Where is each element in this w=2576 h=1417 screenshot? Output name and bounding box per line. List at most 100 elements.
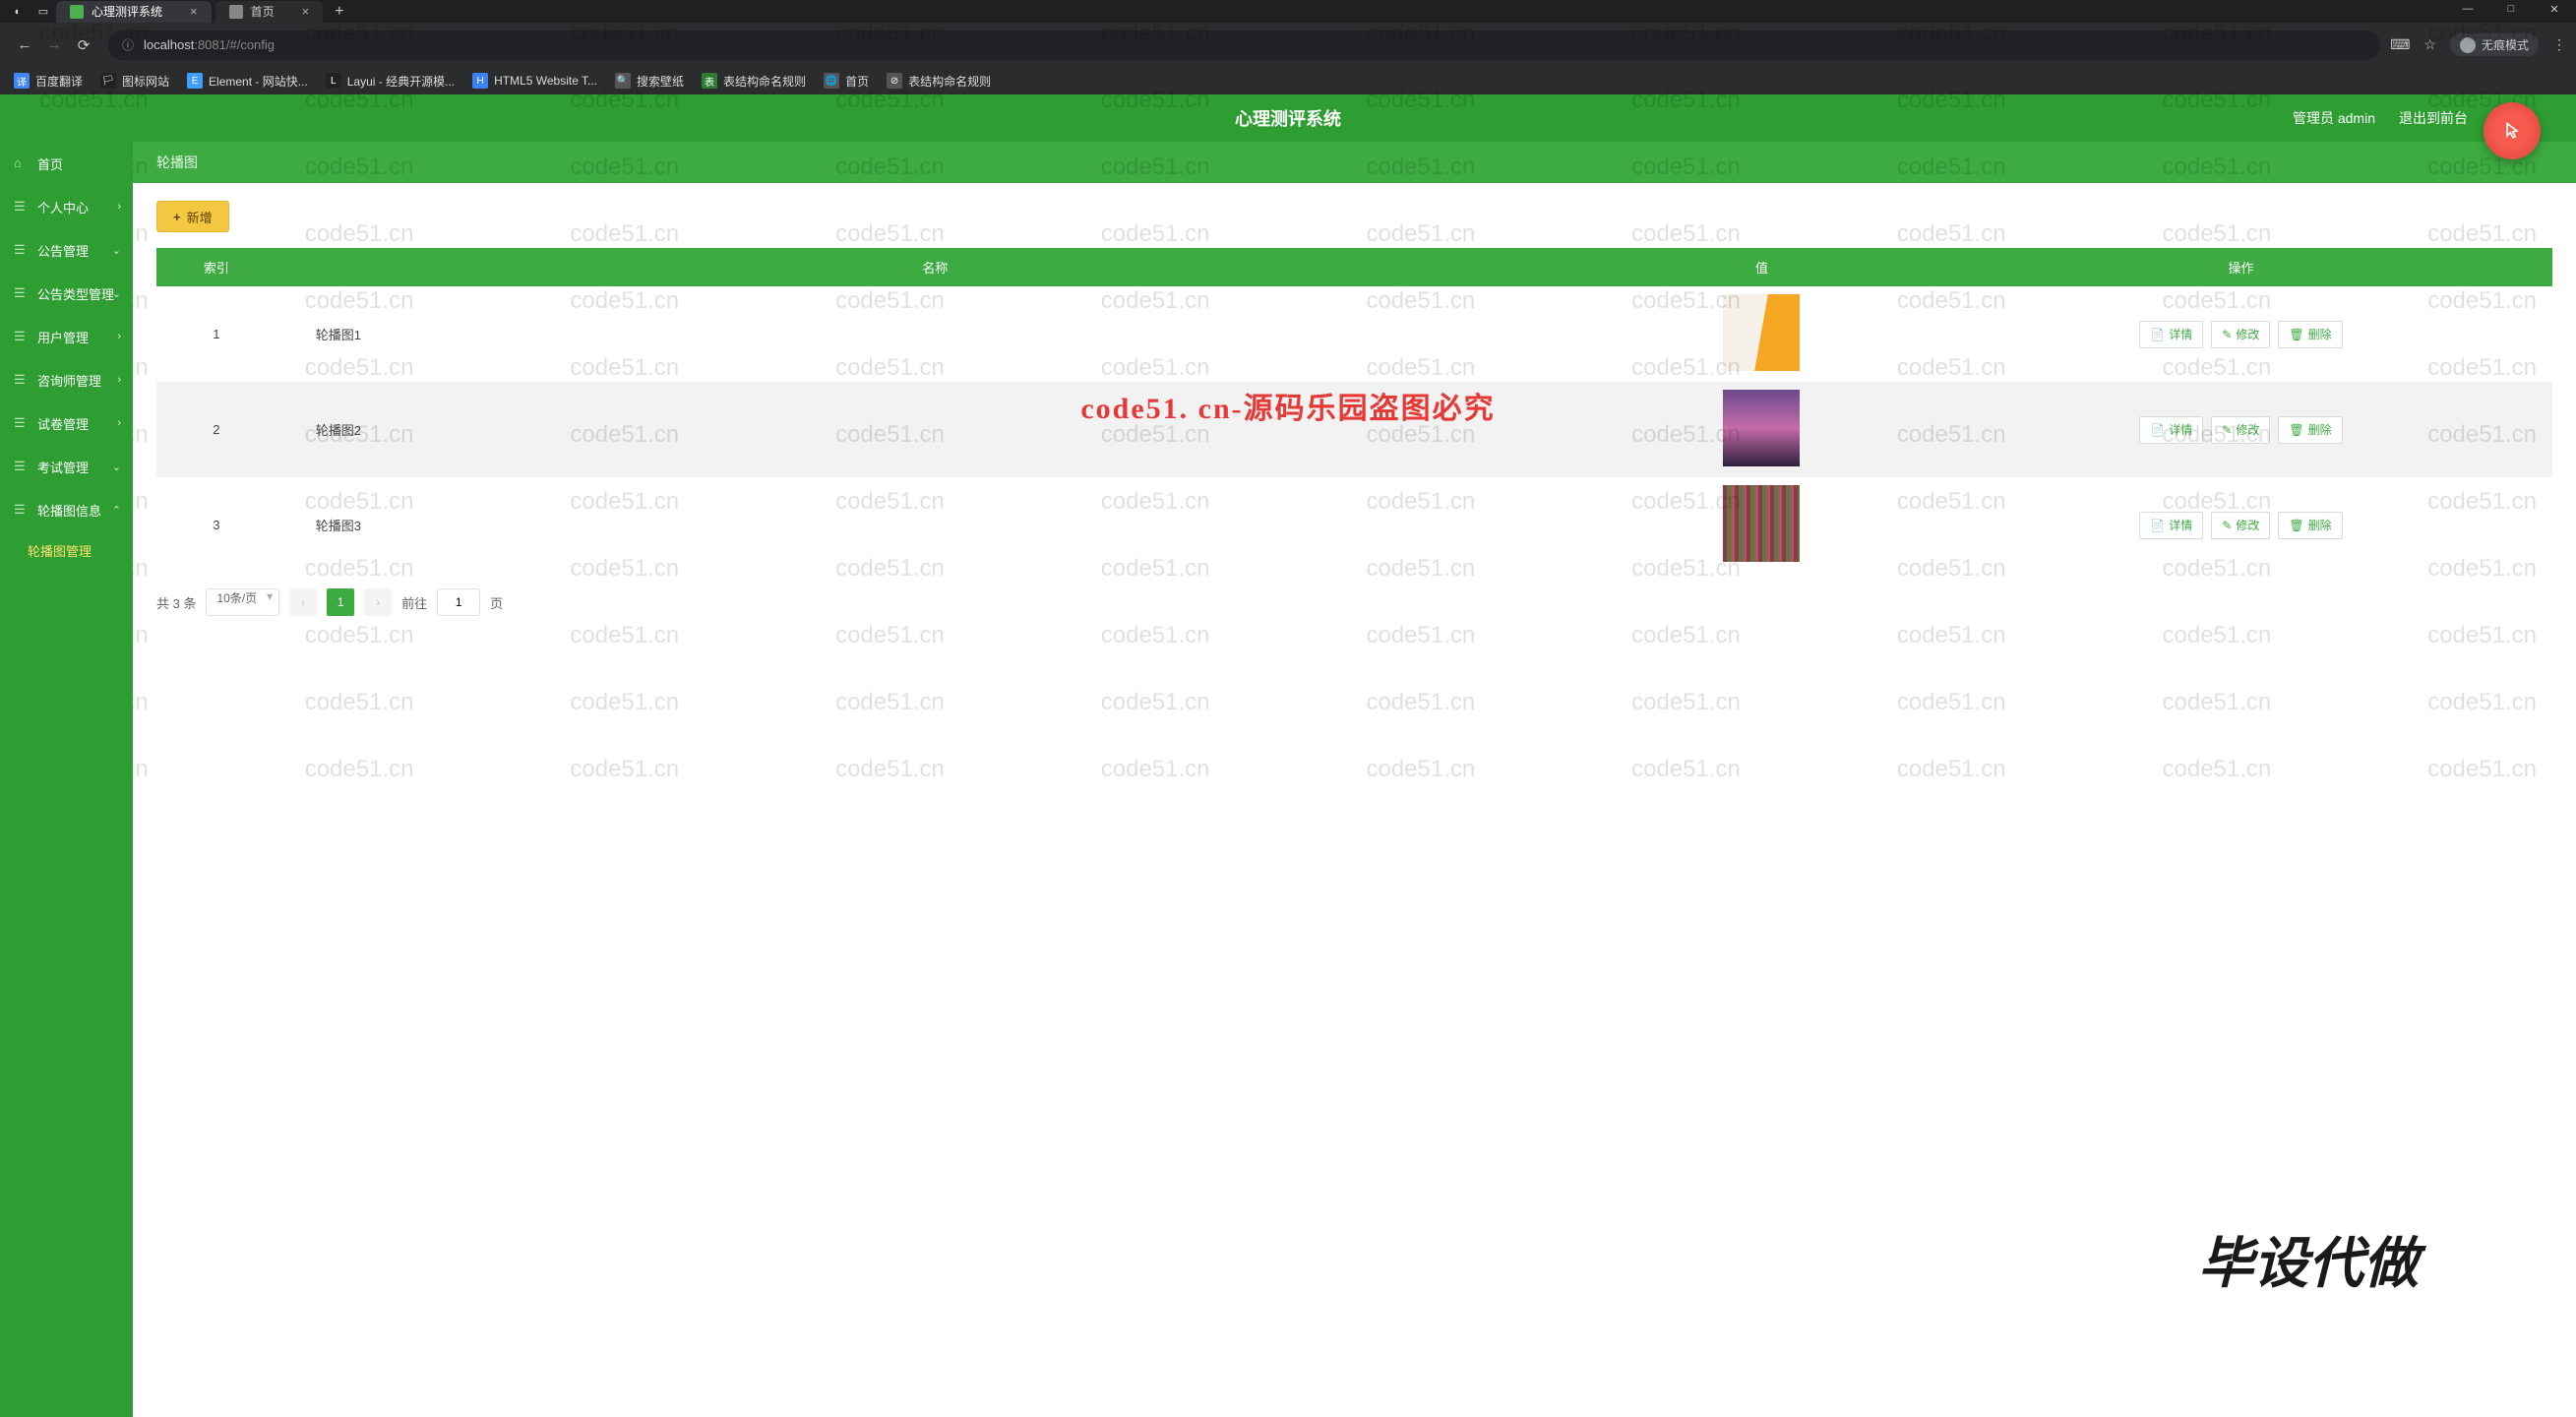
doc-icon: 📄 xyxy=(2150,519,2165,532)
main-content: 轮播图 + 新增 索引 名称 值 操作 xyxy=(133,142,2576,1417)
bookmark-item[interactable]: LLayui - 经典开源模... xyxy=(326,73,455,90)
incognito-label: 无痕模式 xyxy=(2482,36,2529,53)
cell-index: 3 xyxy=(156,477,276,573)
app-header: 心理测评系统 管理员 admin 退出到前台 xyxy=(0,94,2576,142)
new-tab-button[interactable]: + xyxy=(335,3,343,21)
cell-actions: 📄详情 ✎修改 🗑删除 xyxy=(1930,477,2552,573)
page-size-select[interactable]: 10条/页 xyxy=(206,588,279,616)
url-input[interactable]: ⓘ localhost:8081/#/config xyxy=(108,31,2380,60)
sidebar-item-notice[interactable]: ☰公告管理⌄ xyxy=(0,228,133,272)
back-button[interactable]: ← xyxy=(10,31,39,60)
pagi-total: 共 3 条 xyxy=(156,593,196,612)
page-number-current[interactable]: 1 xyxy=(327,588,354,616)
next-page-button[interactable]: › xyxy=(364,588,392,616)
breadcrumb: 轮播图 xyxy=(156,153,198,172)
tab-label: 首页 xyxy=(251,3,275,20)
tab-favicon xyxy=(229,5,243,19)
breadcrumb-bar: 轮播图 xyxy=(133,142,2576,183)
forward-button[interactable]: → xyxy=(39,31,69,60)
edit-icon: ✎ xyxy=(2222,328,2232,341)
bookmark-item[interactable]: 🌐首页 xyxy=(824,73,869,90)
trash-icon: 🗑 xyxy=(2289,423,2303,437)
site-info-icon: ⓘ xyxy=(122,36,134,53)
users-icon: ☰ xyxy=(14,329,30,344)
goto-page-input[interactable] xyxy=(437,588,480,616)
sidebar-item-exam[interactable]: ☰考试管理⌄ xyxy=(0,445,133,488)
cell-index: 1 xyxy=(156,286,276,382)
window-max[interactable]: □ xyxy=(2489,0,2533,18)
bookmark-icon: 🔍 xyxy=(615,73,631,89)
browser-chrome: — □ ✕ ◐ ▭ 心理测评系统 × 首页 × + ← → ⟳ ⓘ localh… xyxy=(0,0,2576,67)
sidebar-item-users[interactable]: ☰用户管理› xyxy=(0,315,133,358)
detail-button[interactable]: 📄详情 xyxy=(2139,321,2203,348)
add-button[interactable]: + 新增 xyxy=(156,201,229,232)
delete-button[interactable]: 🗑删除 xyxy=(2278,512,2342,539)
bookmark-item[interactable]: EElement - 网站快... xyxy=(187,73,308,90)
admin-label[interactable]: 管理员 admin xyxy=(2293,108,2375,128)
detail-button[interactable]: 📄详情 xyxy=(2139,416,2203,444)
edit-button[interactable]: ✎修改 xyxy=(2211,416,2270,444)
delete-button[interactable]: 🗑删除 xyxy=(2278,416,2342,444)
bookmark-icon: L xyxy=(326,73,341,89)
avatar-button[interactable] xyxy=(2484,102,2541,159)
window-close[interactable]: ✕ xyxy=(2533,0,2576,18)
bookmark-icon: 表 xyxy=(702,73,717,89)
sidebar: ⌂首页 ☰个人中心› ☰公告管理⌄ ☰公告类型管理⌄ ☰用户管理› ☰咨询师管理… xyxy=(0,142,133,1417)
cell-index: 2 xyxy=(156,382,276,477)
table-header-row: 索引 名称 值 操作 xyxy=(156,248,2552,286)
tab-close-icon[interactable]: × xyxy=(302,4,310,19)
chevron-down-icon: ⌄ xyxy=(112,287,121,300)
translate-icon[interactable]: ⌨ xyxy=(2390,36,2410,53)
detail-button[interactable]: 📄详情 xyxy=(2139,512,2203,539)
star-icon[interactable]: ☆ xyxy=(2423,36,2436,53)
bookmark-item[interactable]: ⊘表结构命名规则 xyxy=(887,73,991,90)
logout-link[interactable]: 退出到前台 xyxy=(2399,108,2468,128)
address-bar: ← → ⟳ ⓘ localhost:8081/#/config ⌨ ☆ 无痕模式… xyxy=(0,23,2576,67)
type-icon: ☰ xyxy=(14,285,30,301)
sidebar-item-carousel[interactable]: ☰轮播图信息⌃ xyxy=(0,488,133,531)
app-body: ⌂首页 ☰个人中心› ☰公告管理⌄ ☰公告类型管理⌄ ☰用户管理› ☰咨询师管理… xyxy=(0,142,2576,1417)
bookmark-item[interactable]: 🏳图标网站 xyxy=(100,73,169,90)
tab-label: 心理测评系统 xyxy=(92,3,162,20)
chevron-down-icon: ⌄ xyxy=(112,461,121,473)
image-icon: ☰ xyxy=(14,502,30,518)
edit-icon: ✎ xyxy=(2222,423,2232,437)
chevron-right-icon: › xyxy=(117,417,121,429)
chevron-right-icon: › xyxy=(117,374,121,386)
bookmark-icon: ⊘ xyxy=(887,73,902,89)
th-name: 名称 xyxy=(276,248,1594,286)
sidebar-item-notice-type[interactable]: ☰公告类型管理⌄ xyxy=(0,272,133,315)
menu-icon[interactable]: ⋮ xyxy=(2552,36,2566,53)
edit-button[interactable]: ✎修改 xyxy=(2211,512,2270,539)
bookmark-item[interactable]: 译百度翻译 xyxy=(14,73,83,90)
tab-favicon xyxy=(70,5,84,19)
user-icon: ☰ xyxy=(14,199,30,215)
tab-close-icon[interactable]: × xyxy=(190,4,198,19)
reload-button[interactable]: ⟳ xyxy=(69,31,98,60)
consult-icon: ☰ xyxy=(14,372,30,388)
thumbnail-image xyxy=(1723,485,1800,562)
sidebar-sub-carousel-mgr[interactable]: 轮播图管理 xyxy=(0,531,133,569)
thumbnail-image xyxy=(1723,294,1800,371)
app-icon: ◐ xyxy=(5,3,31,21)
sidebar-item-home[interactable]: ⌂首页 xyxy=(0,142,133,185)
cell-name: 轮播图1 xyxy=(276,286,1594,382)
bookmark-bar: 译百度翻译 🏳图标网站 EElement - 网站快... LLayui - 经… xyxy=(0,67,2576,94)
sidebar-item-profile[interactable]: ☰个人中心› xyxy=(0,185,133,228)
goto-label: 前往 xyxy=(401,593,427,612)
bookmark-item[interactable]: HHTML5 Website T... xyxy=(472,73,597,89)
table-row: 2 轮播图2 📄详情 ✎修改 🗑删除 xyxy=(156,382,2552,477)
cell-thumb xyxy=(1594,382,1930,477)
th-index: 索引 xyxy=(156,248,276,286)
browser-tab-2[interactable]: 首页 × xyxy=(215,1,324,23)
delete-button[interactable]: 🗑删除 xyxy=(2278,321,2342,348)
window-min[interactable]: — xyxy=(2446,0,2489,18)
sidebar-item-paper[interactable]: ☰试卷管理› xyxy=(0,401,133,445)
bookmark-item[interactable]: 🔍搜索壁纸 xyxy=(615,73,684,90)
bookmark-item[interactable]: 表表结构命名规则 xyxy=(702,73,806,90)
browser-tab-1[interactable]: 心理测评系统 × xyxy=(56,1,212,23)
sidebar-item-consult[interactable]: ☰咨询师管理› xyxy=(0,358,133,401)
chevron-right-icon: › xyxy=(117,331,121,342)
edit-button[interactable]: ✎修改 xyxy=(2211,321,2270,348)
prev-page-button[interactable]: ‹ xyxy=(289,588,317,616)
